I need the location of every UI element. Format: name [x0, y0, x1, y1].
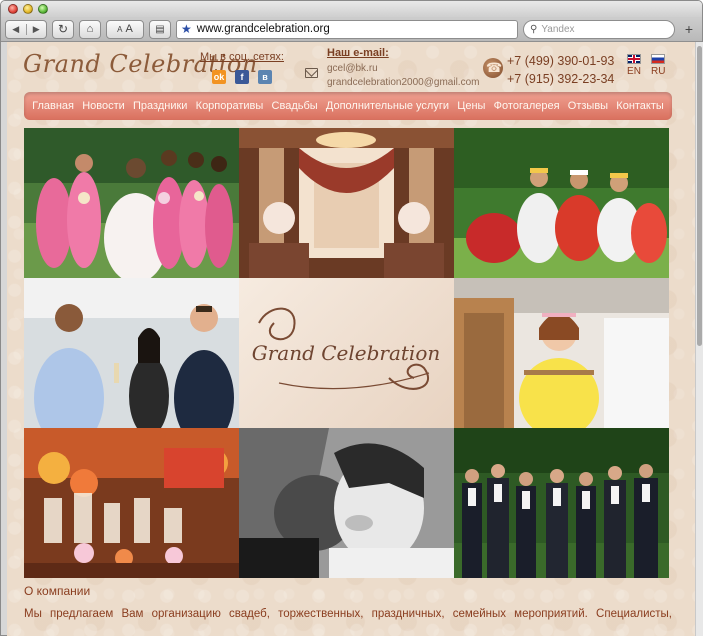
nav-item-reviews[interactable]: Отзывы	[568, 100, 608, 112]
russia-flag-icon	[651, 54, 666, 64]
photo-banquet-hall[interactable]	[239, 128, 454, 278]
minimize-window-button[interactable]	[23, 4, 33, 14]
search-icon: ⚲	[530, 23, 538, 35]
uk-flag-icon	[627, 54, 641, 64]
mail-envelope-icon	[305, 68, 318, 78]
nav-item-extra-services[interactable]: Дополнительные услуги	[326, 100, 449, 112]
reload-button[interactable]: ↻	[52, 19, 74, 39]
phone-icon	[483, 58, 503, 78]
facebook-icon[interactable]: f	[235, 70, 249, 84]
phone-number-2: +7 (915) 392-23-34	[507, 72, 615, 86]
back-forward-buttons[interactable]: ◀ ▶	[5, 19, 47, 39]
home-button[interactable]: ⌂	[79, 19, 101, 39]
main-nav: Главная Новости Праздники Корпоративы Св…	[24, 92, 672, 120]
email-block: Наш e-mail: gcel@bk.ru grandcelebration2…	[327, 46, 479, 90]
social-title: Мы в соц. сетях:	[200, 51, 284, 63]
nav-item-corporate[interactable]: Корпоративы	[196, 100, 264, 112]
photo-folk-girls[interactable]	[454, 128, 669, 278]
nav-item-gallery[interactable]: Фотогалерея	[494, 100, 560, 112]
nav-item-contacts[interactable]: Контакты	[616, 100, 664, 112]
back-arrow-icon[interactable]: ◀	[6, 23, 27, 35]
page-scrollbar[interactable]	[695, 42, 703, 636]
email-title: Наш e-mail:	[327, 47, 389, 59]
search-placeholder: Yandex	[541, 23, 575, 35]
search-field[interactable]: ⚲ Yandex	[523, 19, 675, 39]
lang-en-label: EN	[627, 66, 641, 77]
reload-icon: ↻	[57, 22, 69, 36]
address-bar[interactable]: ★ www.grandcelebration.org	[176, 19, 518, 39]
nav-item-home[interactable]: Главная	[32, 100, 74, 112]
font-larger-label[interactable]: A	[126, 23, 133, 35]
zoom-window-button[interactable]	[38, 4, 48, 14]
language-switcher: EN RU	[627, 54, 665, 77]
phone-number-1: +7 (499) 390-01-93	[507, 54, 615, 68]
lang-ru[interactable]: RU	[651, 54, 665, 77]
url-text: www.grandcelebration.org	[196, 23, 330, 35]
phone-block: +7 (499) 390-01-93 +7 (915) 392-23-34	[507, 52, 614, 88]
about-text: Мы предлагаем Вам организацию свадеб, то…	[24, 608, 672, 620]
page-viewport: Grand Celebration Мы в соц. сетях: ok f …	[7, 42, 695, 636]
email-link-2[interactable]: grandcelebration2000@gmail.com	[327, 76, 479, 90]
nav-item-news[interactable]: Новости	[82, 100, 125, 112]
lang-ru-label: RU	[651, 66, 666, 77]
photo-bridesmaids[interactable]	[24, 128, 239, 278]
home-icon: ⌂	[86, 23, 94, 35]
center-logo-tile: Grand Celebration	[239, 278, 454, 428]
window-titlebar	[1, 1, 702, 17]
browser-toolbar: ◀ ▶ ↻ ⌂ A A ▤ ★ www.grandcelebration.org…	[1, 17, 702, 42]
close-window-button[interactable]	[8, 4, 18, 14]
about-title: О компании	[24, 584, 91, 598]
social-icons: ok f в	[212, 70, 284, 84]
text-size-buttons[interactable]: A A	[106, 19, 144, 39]
photo-guests-talking[interactable]	[24, 278, 239, 428]
print-button[interactable]: ▤	[149, 19, 171, 39]
center-logo-text: Grand Celebration	[252, 341, 441, 365]
plus-icon: +	[684, 21, 694, 37]
photo-candy-bar[interactable]	[24, 428, 239, 578]
photo-couple-bw[interactable]	[239, 428, 454, 578]
font-smaller-label[interactable]: A	[117, 25, 122, 34]
photo-girl-yellow-dress[interactable]	[454, 278, 669, 428]
add-tab-button[interactable]: +	[680, 20, 698, 39]
photo-groomsmen[interactable]	[454, 428, 669, 578]
photo-gallery: Grand Celebration	[24, 128, 669, 578]
nav-item-holidays[interactable]: Праздники	[133, 100, 187, 112]
scrollbar-thumb[interactable]	[697, 46, 702, 346]
email-link-1[interactable]: gcel@bk.ru	[327, 62, 479, 76]
nav-item-weddings[interactable]: Свадьбы	[272, 100, 318, 112]
bookmark-star-icon[interactable]: ★	[181, 22, 192, 36]
vkontakte-icon[interactable]: в	[258, 70, 272, 84]
forward-arrow-icon[interactable]: ▶	[27, 24, 47, 35]
lang-en[interactable]: EN	[627, 54, 641, 77]
nav-item-prices[interactable]: Цены	[457, 100, 485, 112]
odnoklassniki-icon[interactable]: ok	[212, 70, 226, 84]
printer-icon: ▤	[155, 23, 165, 35]
social-block: Мы в соц. сетях: ok f в	[200, 51, 284, 84]
